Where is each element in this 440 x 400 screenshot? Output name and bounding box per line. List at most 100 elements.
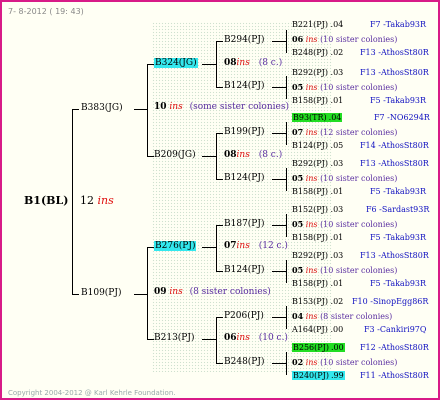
connector	[286, 260, 287, 283]
connector	[272, 179, 286, 180]
gen3-name[interactable]: B294(PJ)	[224, 36, 264, 45]
connector	[216, 87, 223, 88]
gen4-row[interactable]: B248(PJ) .02	[292, 49, 343, 57]
connector	[134, 109, 147, 110]
connector	[202, 247, 216, 248]
sire-a-name[interactable]: B383(JG)	[81, 104, 123, 113]
root-insemination-count: 12 ins	[80, 194, 114, 207]
connector	[147, 64, 148, 156]
gen4-breeder[interactable]: F14 -AthosSt80R	[360, 142, 429, 150]
gen4-breeder[interactable]: F7 -Takab93R	[370, 21, 426, 29]
connector	[286, 30, 287, 53]
connector	[216, 363, 223, 364]
connector	[216, 179, 223, 180]
connector	[272, 87, 286, 88]
gen4-row[interactable]: B292(PJ) .03	[292, 160, 343, 168]
gen4-breeder[interactable]: F13 -AthosSt80R	[360, 69, 429, 77]
gen4-row[interactable]: B152(PJ) .03	[292, 206, 343, 214]
connector	[286, 76, 287, 99]
connector	[216, 225, 217, 271]
gen4-insemination: 05 ins (10 sister colonies)	[292, 219, 398, 229]
gen4-row[interactable]: B158(PJ) .01	[292, 188, 343, 196]
connector	[286, 168, 287, 191]
gen4-row[interactable]: B292(PJ) .03	[292, 69, 343, 77]
gen4-row[interactable]: B240(PJ) .99	[292, 371, 345, 380]
gen3-name[interactable]: B248(PJ)	[224, 358, 264, 367]
connector	[216, 133, 217, 179]
connector	[216, 317, 217, 363]
gen4-row[interactable]: B158(PJ) .01	[292, 280, 343, 288]
connector	[286, 306, 287, 329]
gen2-c-name[interactable]: B276(PJ)	[154, 241, 197, 251]
connector	[147, 64, 154, 65]
gen4-insemination: 05 ins (10 sister colonies)	[292, 82, 398, 92]
gen2-b-name[interactable]: B209(JG)	[154, 151, 196, 160]
gen4-breeder[interactable]: F5 -Takab93R	[370, 234, 426, 242]
date-stamp: 7- 8-2012 ( 19: 43)	[8, 7, 84, 16]
gen4-breeder[interactable]: F5 -Takab93R	[370, 280, 426, 288]
connector	[202, 64, 216, 65]
gen4-insemination: 02 ins (10 sister colonies)	[292, 357, 398, 367]
connector	[72, 109, 79, 110]
gen3-name[interactable]: B199(PJ)	[224, 128, 264, 137]
gen4-row[interactable]: B158(PJ) .01	[292, 234, 343, 242]
gen4-row[interactable]: B292(PJ) .03	[292, 252, 343, 260]
gen4-breeder[interactable]: F6 -Sardast93R	[366, 206, 429, 214]
gen2-a-name[interactable]: B324(JG)	[154, 58, 198, 68]
connector	[147, 247, 154, 248]
gen4-row[interactable]: A164(PJ) .00	[292, 326, 343, 334]
gen4-breeder[interactable]: F13 -AthosSt80R	[360, 49, 429, 57]
gen3-insemination: 08ins (8 c.)	[224, 150, 283, 160]
gen3-insemination: 08ins (8 c.)	[224, 58, 283, 68]
gen4-breeder[interactable]: F10 -SinopEgg86R	[352, 298, 428, 306]
connector-root	[72, 109, 73, 295]
root-queen-name[interactable]: B1(BL)	[24, 195, 68, 206]
connector	[216, 317, 223, 318]
gen4-row[interactable]: B124(PJ) .05	[292, 142, 343, 150]
pedigree-frame: 7- 8-2012 ( 19: 43) B1(BL) 12 ins B383(J…	[0, 0, 440, 400]
gen4-breeder[interactable]: F11 -AthosSt80R	[360, 372, 429, 380]
gen4-row[interactable]: B256(PJ) .00	[292, 343, 345, 352]
connector	[216, 41, 217, 87]
copyright-footer: Copyright 2004-2012 @ Karl Kehrle Founda…	[8, 389, 176, 397]
gen3-insemination: 07ins (12 c.)	[224, 241, 288, 251]
gen4-row[interactable]: B93(TR) .04	[292, 113, 343, 122]
connector	[216, 41, 223, 42]
connector	[202, 339, 216, 340]
gen2-d-name[interactable]: B213(PJ)	[154, 334, 194, 343]
connector	[147, 339, 154, 340]
gen4-insemination: 05 ins (10 sister colonies)	[292, 265, 398, 275]
gen3-name[interactable]: B124(PJ)	[224, 174, 264, 183]
gen3-name[interactable]: P206(PJ)	[224, 312, 264, 321]
gen4-row[interactable]: B158(PJ) .01	[292, 97, 343, 105]
gen4-breeder[interactable]: F5 -Takab93R	[370, 97, 426, 105]
connector	[72, 294, 79, 295]
gen4-breeder[interactable]: F13 -AthosSt80R	[360, 252, 429, 260]
connector	[202, 156, 216, 157]
gen3-name[interactable]: B124(PJ)	[224, 266, 264, 275]
gen4-breeder[interactable]: F7 -NO6294R	[374, 114, 430, 122]
gen4-breeder[interactable]: F13 -AthosSt80R	[360, 160, 429, 168]
gen4-breeder[interactable]: F3 -Cankiri97Q	[364, 326, 426, 334]
gen3-name[interactable]: B124(PJ)	[224, 82, 264, 91]
connector	[272, 133, 286, 134]
gen4-insemination: 05 ins (10 sister colonies)	[292, 173, 398, 183]
connector	[147, 247, 148, 339]
sire-b-name[interactable]: B109(PJ)	[81, 289, 121, 298]
gen3-name[interactable]: B187(PJ)	[224, 220, 264, 229]
gen4-breeder[interactable]: F5 -Takab93R	[370, 188, 426, 196]
gen4-row[interactable]: B153(PJ) .02	[292, 298, 343, 306]
connector	[216, 271, 223, 272]
connector	[216, 133, 223, 134]
gen4-row[interactable]: B221(PJ) .04	[292, 21, 343, 29]
connector	[286, 352, 287, 375]
connector	[272, 317, 286, 318]
connector	[286, 214, 287, 237]
connector	[272, 363, 286, 364]
gen4-insemination: 06 ins (10 sister colonies)	[292, 34, 398, 44]
gen4-insemination: 04 ins (8 sister colonies)	[292, 311, 393, 321]
gen3-insemination: 06ins (10 c.)	[224, 333, 288, 343]
gen4-breeder[interactable]: F12 -AthosSt80R	[360, 344, 429, 352]
connector	[286, 122, 287, 145]
connector	[134, 294, 147, 295]
